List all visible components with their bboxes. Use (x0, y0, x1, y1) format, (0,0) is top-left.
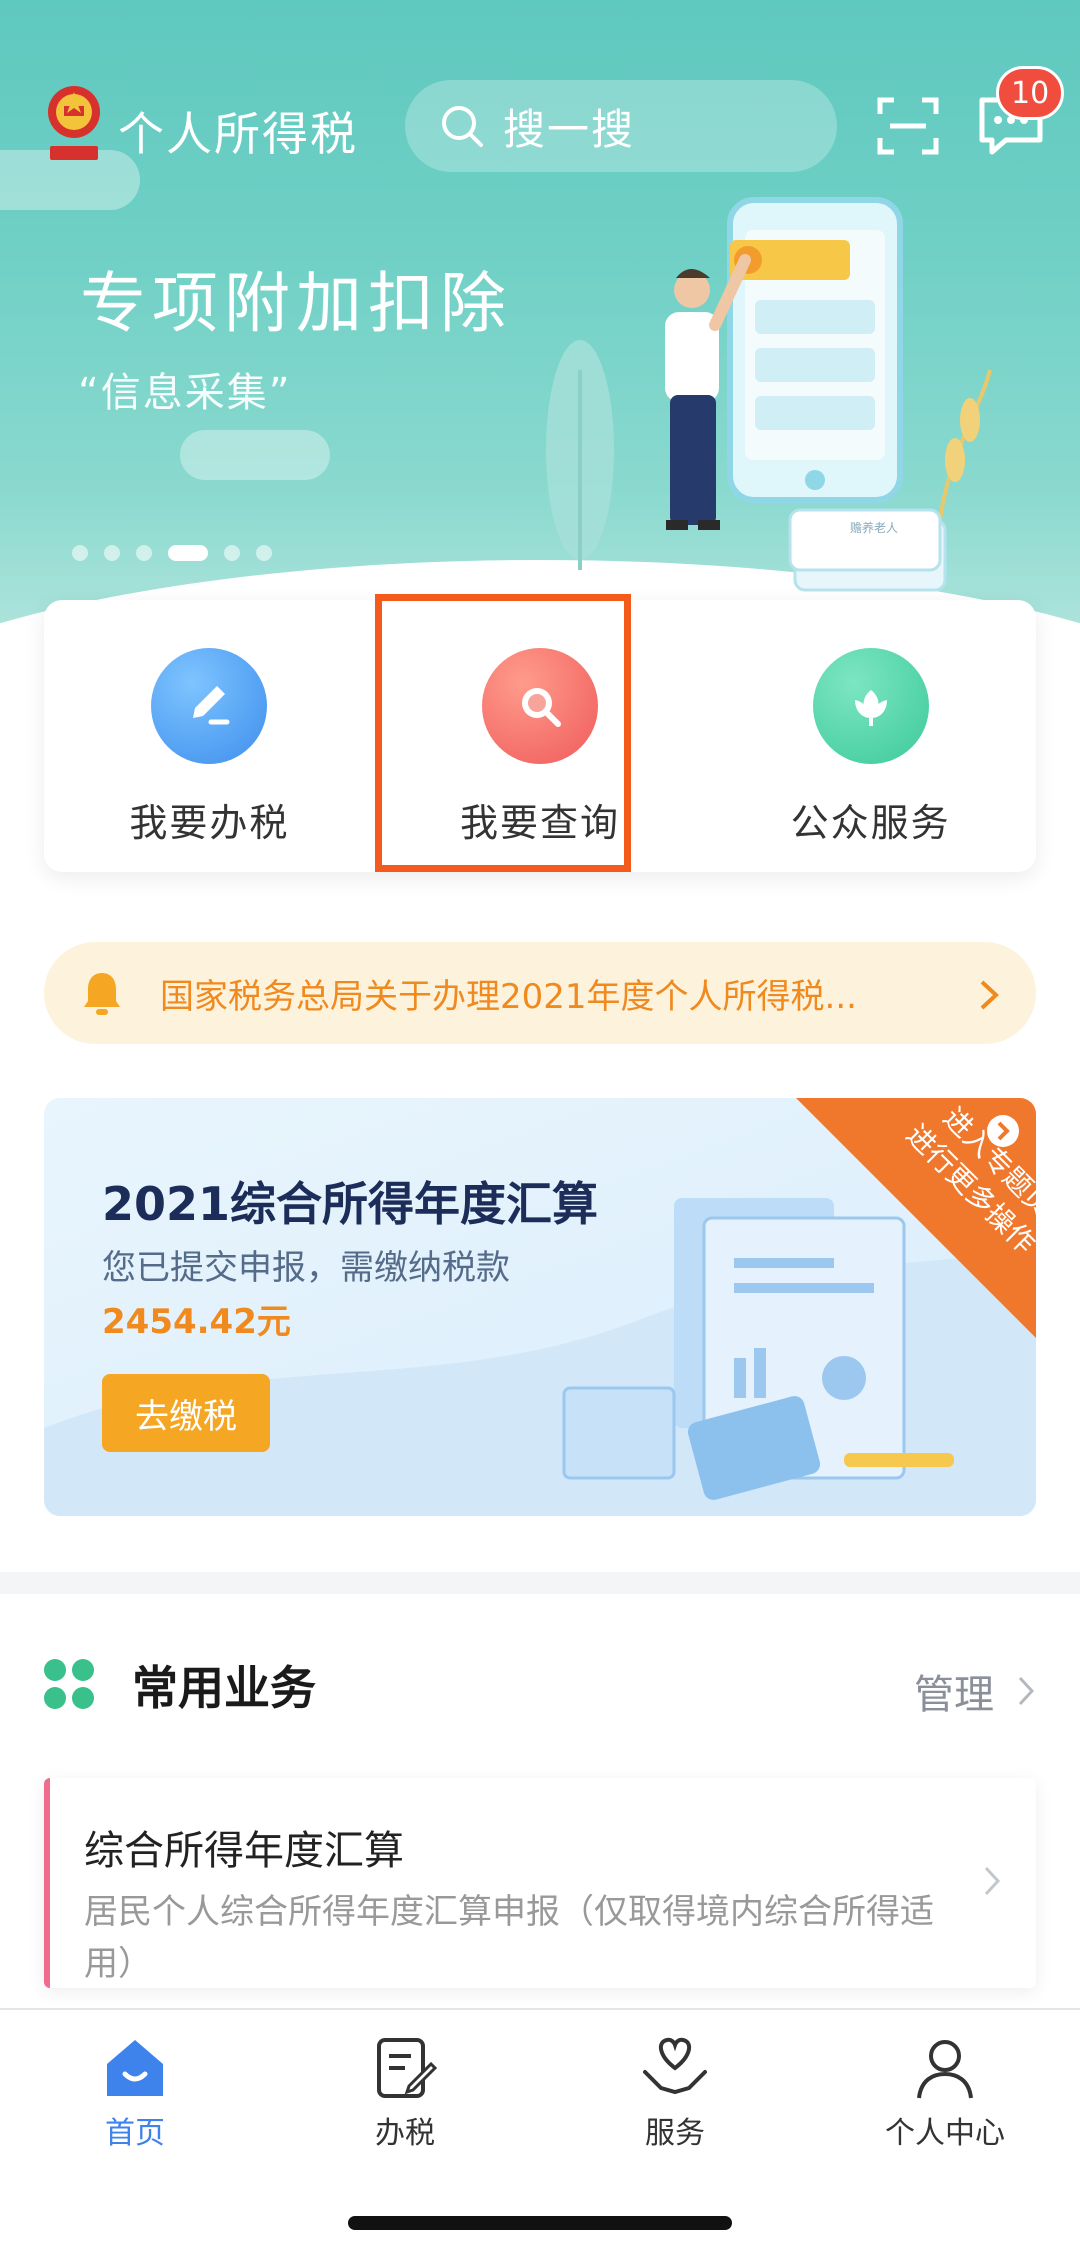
banner-subtitle: “信息采集” (78, 370, 292, 416)
lotus-icon (812, 648, 929, 764)
app-title: 个人所得税 (118, 107, 358, 161)
service-item-annual-settlement[interactable]: 综合所得年度汇算 居民个人综合所得年度汇算申报（仅取得境内综合所得适用） (44, 1778, 1036, 1988)
nav-label: 首页 (105, 2116, 165, 2151)
amount-due: 2454.42元 (102, 1302, 291, 1342)
card-text: 赡养老人 (850, 520, 898, 535)
annual-settlement-card[interactable]: 2021综合所得年度汇算 您已提交申报，需缴纳税款 2454.42元 去缴税 进… (44, 1098, 1036, 1516)
notice-text: 国家税务总局关于办理2021年度个人所得税... (160, 976, 857, 1017)
search-icon (442, 106, 483, 147)
nav-label: 个人中心 (885, 2116, 1005, 2151)
carousel-dot-active (168, 545, 208, 561)
common-services-title: 常用业务 (132, 1661, 316, 1715)
tax-form-icon (377, 2038, 438, 2098)
heart-hand-icon (643, 2037, 707, 2095)
national-emblem-icon (48, 86, 100, 160)
nav-personal-center[interactable]: 个人中心 (810, 2010, 1080, 2257)
quick-action-query[interactable]: 我要查询 (374, 594, 706, 872)
banner-illustration: 赡养老人 (546, 197, 992, 592)
manage-button[interactable]: 管理 (914, 1662, 1036, 1720)
manage-label: 管理 (914, 1672, 994, 1718)
message-badge: 10 (996, 66, 1065, 120)
grid-icon (44, 1659, 94, 1709)
quick-action-public-service[interactable]: 公众服务 (705, 600, 1036, 872)
carousel-dot (224, 545, 240, 561)
home-icon (107, 2040, 163, 2096)
banner-title: 专项附加扣除 (80, 265, 512, 342)
annual-card-subtitle: 您已提交申报，需缴纳税款 (102, 1248, 510, 1288)
nav-label: 办税 (375, 2116, 435, 2151)
pay-tax-button[interactable]: 去缴税 (102, 1374, 270, 1452)
carousel-dot (72, 545, 88, 561)
chevron-right-icon (1018, 1676, 1035, 1706)
notice-bar[interactable]: 国家税务总局关于办理2021年度个人所得税... (44, 942, 1036, 1044)
search-box[interactable]: 搜一搜 (405, 80, 837, 172)
quick-actions: 我要办税 我要查询 公众服务 (44, 594, 1036, 872)
service-item-title: 综合所得年度汇算 (84, 1828, 404, 1874)
nav-label: 服务 (645, 2116, 705, 2151)
user-icon (917, 2040, 973, 2099)
chevron-right-icon (987, 1115, 1019, 1147)
search-icon (482, 648, 598, 764)
service-item-description: 居民个人综合所得年度汇算申报（仅取得境内综合所得适用） (84, 1892, 934, 1984)
carousel-dot (104, 545, 120, 561)
carousel-dots (72, 545, 272, 561)
quick-action-label: 我要查询 (460, 801, 621, 845)
search-label: 搜一搜 (503, 104, 636, 154)
chevron-right-icon (980, 980, 999, 1010)
section-divider (0, 1572, 1080, 1594)
scan-icon[interactable] (876, 94, 940, 158)
carousel-dot (136, 545, 152, 561)
quick-action-label: 我要办税 (129, 801, 290, 845)
chevron-right-icon (984, 1866, 1001, 1896)
quick-action-handle-tax[interactable]: 我要办税 (44, 600, 375, 872)
annual-card-title: 2021综合所得年度汇算 (102, 1177, 599, 1231)
topic-page-ribbon[interactable]: 进入专题页 进行更多操作 (796, 1098, 1036, 1338)
common-services-header: 常用业务 管理 (44, 1650, 1036, 1720)
carousel-dot (256, 545, 272, 561)
home-indicator (348, 2216, 732, 2230)
bell-icon (84, 973, 120, 1015)
edit-icon (151, 648, 268, 764)
nav-home[interactable]: 首页 (0, 2010, 270, 2257)
quick-action-label: 公众服务 (790, 801, 951, 845)
